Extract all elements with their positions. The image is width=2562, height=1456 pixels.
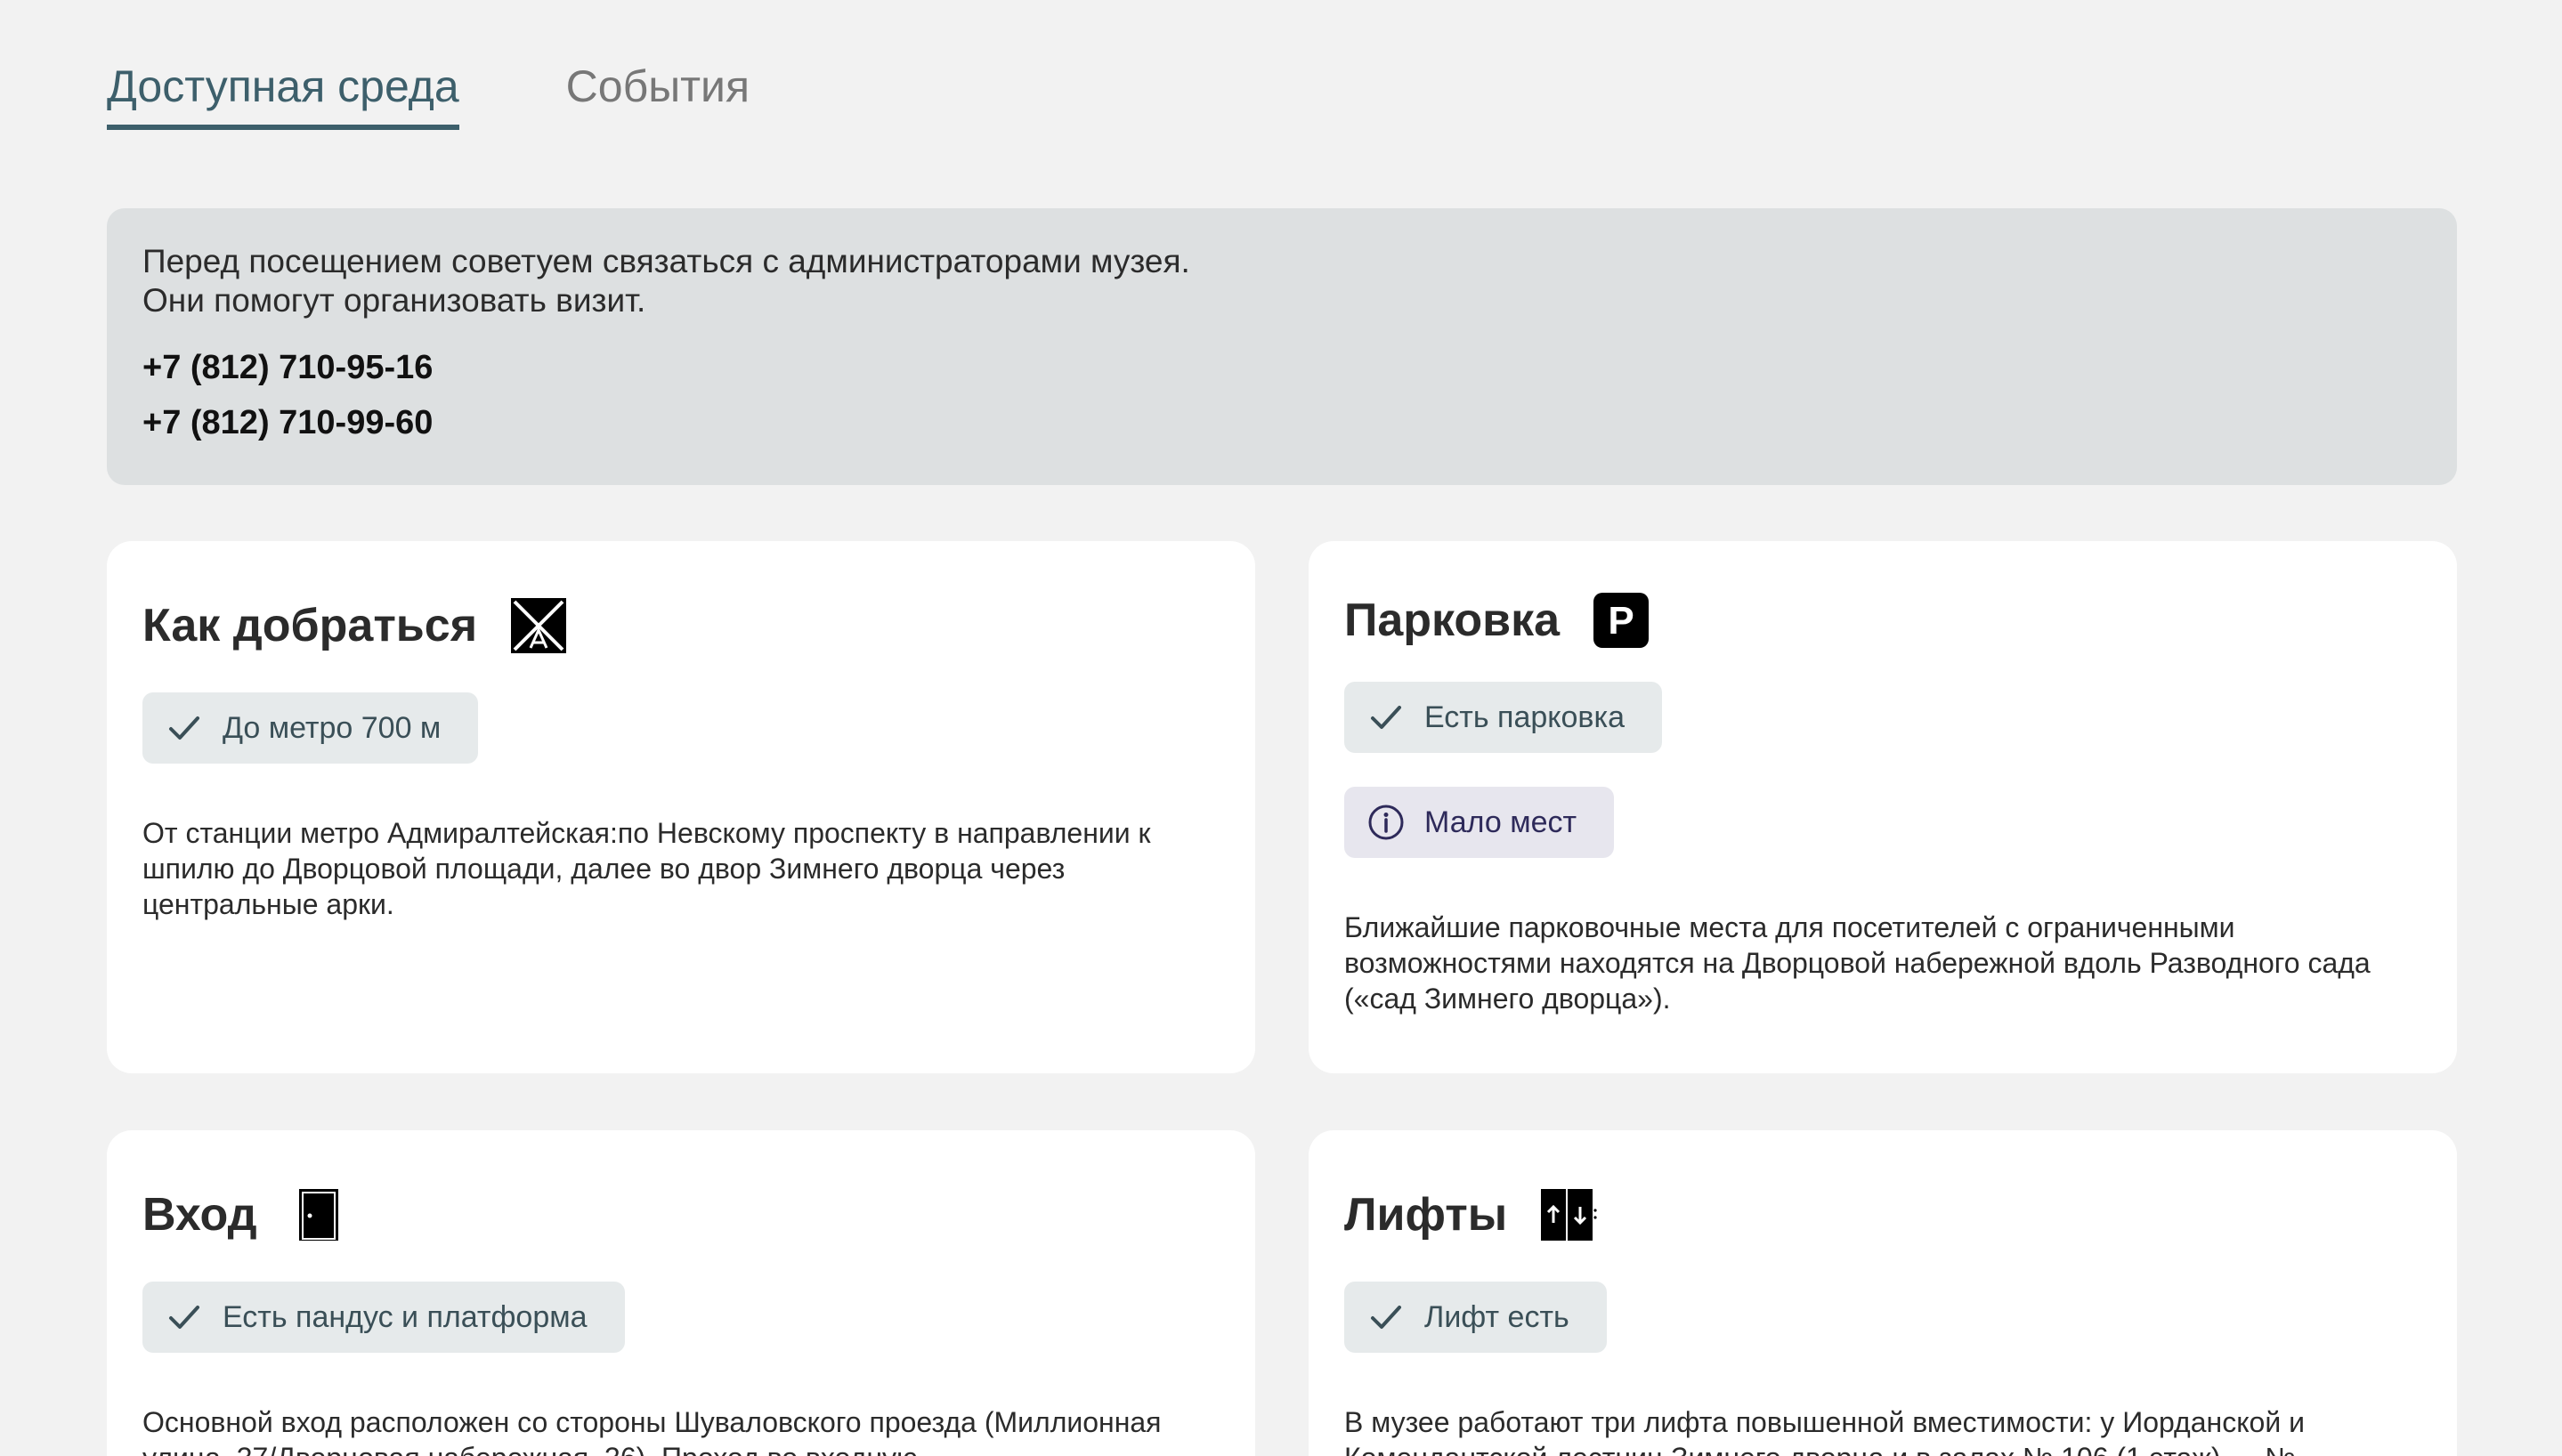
card-route-text: От станции метро Адмиралтейская:по Невск… <box>142 817 1151 920</box>
elevator-icon <box>1541 1187 1598 1242</box>
parking-icon: P <box>1593 593 1650 648</box>
info-icon <box>1368 805 1404 840</box>
card-entrance-title: Вход <box>142 1189 257 1241</box>
card-route-title: Как добраться <box>142 600 478 651</box>
chip-metro-distance: До метро 700 м <box>142 692 479 764</box>
chip-ramp: Есть пандус и платформа <box>142 1282 625 1353</box>
card-lifts: Лифты Лифт есть В музее работают три лиф… <box>1309 1130 2457 1456</box>
card-parking-header: Парковка P <box>1344 589 2421 651</box>
card-route: Как добраться До метро 700 м От станции … <box>107 541 1255 1073</box>
chip-label: Есть парковка <box>1424 700 1626 734</box>
check-icon <box>169 716 199 740</box>
notice-text: Перед посещением советуем связаться с ад… <box>142 243 1190 319</box>
chip-few-places: Мало мест <box>1344 787 1615 858</box>
card-lifts-chips: Лифт есть <box>1344 1282 2421 1353</box>
chip-label: Мало мест <box>1424 805 1577 839</box>
card-parking-text: Ближайшие парковочные места для посетите… <box>1344 911 2371 1015</box>
door-icon <box>291 1187 346 1242</box>
phone-list: +7 (812) 710-95-16 +7 (812) 710-99-60 <box>142 340 2421 450</box>
tab-accessible-environment[interactable]: Доступная среда <box>107 64 459 130</box>
card-entrance-chips: Есть пандус и платформа <box>142 1282 1220 1353</box>
phone-link-1[interactable]: +7 (812) 710-95-16 <box>142 340 2421 395</box>
card-lifts-header: Лифты <box>1344 1184 2421 1246</box>
card-lifts-title: Лифты <box>1344 1189 1508 1241</box>
chip-parking-available: Есть парковка <box>1344 682 1663 753</box>
check-icon <box>169 1306 199 1329</box>
metro-icon <box>511 598 567 653</box>
tab-events[interactable]: События <box>566 64 750 130</box>
card-parking-chips: Есть парковка Мало мест <box>1344 682 2421 858</box>
card-route-chips: До метро 700 м <box>142 692 1220 764</box>
card-route-header: Как добраться <box>142 595 1220 657</box>
chip-label: До метро 700 м <box>223 710 442 745</box>
card-entrance: Вход Есть пандус и платформа Основной вх… <box>107 1130 1255 1456</box>
tab-bar: Доступная среда События <box>107 64 750 130</box>
card-lifts-text: В музее работают три лифта повышенной вм… <box>1344 1406 2305 1456</box>
card-parking-title: Парковка <box>1344 595 1561 646</box>
card-parking: Парковка P Есть парковка Мало мест Ближа… <box>1309 541 2457 1073</box>
contact-notice: Перед посещением советуем связаться с ад… <box>107 208 2457 485</box>
chip-label: Есть пандус и платформа <box>223 1299 588 1334</box>
chip-lift-available: Лифт есть <box>1344 1282 1607 1353</box>
check-icon <box>1371 1306 1401 1329</box>
chip-label: Лифт есть <box>1424 1299 1569 1334</box>
card-entrance-text: Основной вход расположен со стороны Шува… <box>142 1406 1162 1456</box>
page: Доступная среда События Перед посещением… <box>0 0 2562 1456</box>
svg-text:P: P <box>1608 599 1634 643</box>
phone-link-2[interactable]: +7 (812) 710-99-60 <box>142 395 2421 450</box>
check-icon <box>1371 706 1401 729</box>
card-entrance-header: Вход <box>142 1184 1220 1246</box>
